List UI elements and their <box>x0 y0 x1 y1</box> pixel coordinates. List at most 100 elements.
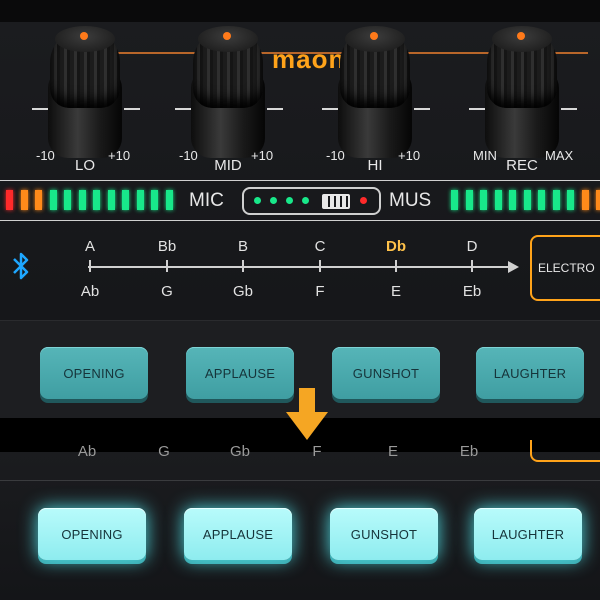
eq-knob[interactable] <box>330 26 420 158</box>
sound-pad-button[interactable]: LAUGHTER <box>476 347 584 399</box>
battery-dot <box>302 197 309 204</box>
lower-divider <box>0 480 600 481</box>
meter-segment-mic <box>122 190 129 210</box>
note-label-top: Db <box>386 238 406 255</box>
meter-segment-mus <box>523 190 531 210</box>
knob-indicator-dot <box>370 32 378 40</box>
sound-pad-button-lit[interactable]: OPENING <box>38 508 146 560</box>
meter-segment-mic <box>93 190 100 210</box>
note-label-top: Bb <box>157 238 177 255</box>
meter-segment-mic <box>64 190 71 210</box>
knob-min-label: -10 <box>36 148 55 163</box>
scale-arrow-icon <box>508 261 519 273</box>
knob-tick-left <box>322 108 338 110</box>
eq-knob[interactable] <box>183 26 273 158</box>
battery-icon <box>322 194 350 209</box>
battery-red-dot <box>360 197 367 204</box>
knob-label: MID <box>214 157 242 174</box>
meter-segment-mic <box>165 190 173 210</box>
knob-tick-right <box>561 108 577 110</box>
product-photo: maon -10 +10 LO -10 +10 MID -10 +10 HI MIN MAX REC … <box>0 0 600 600</box>
scale-tick <box>166 260 168 272</box>
scale-tick <box>319 260 321 272</box>
knob-max-label: +10 <box>108 148 131 163</box>
knob-max-label: +10 <box>251 148 274 163</box>
meter-segment-mus <box>552 190 560 210</box>
sound-pad-button-lit[interactable]: GUNSHOT <box>330 508 438 560</box>
knob-indicator-dot <box>80 32 88 40</box>
lower-note-label: G <box>158 443 170 460</box>
meter-segment-mus <box>567 190 574 210</box>
meter-segment-mic <box>35 190 42 210</box>
scale-tick <box>471 260 473 272</box>
meter-segment-mus <box>596 190 600 210</box>
knob-tick-right <box>267 108 283 110</box>
knob-tick-right <box>124 108 140 110</box>
note-label-bottom: G <box>161 283 173 300</box>
knob-indicator-dot <box>517 32 525 40</box>
meter-segment-mic <box>49 190 57 210</box>
meter-segment-mic <box>136 190 144 210</box>
knob-label: HI <box>367 157 383 174</box>
scale-tick <box>395 260 397 272</box>
lower-electro-edge <box>530 440 600 462</box>
meter-segment-mic <box>20 190 28 210</box>
sound-pad-button-lit[interactable]: LAUGHTER <box>474 508 582 560</box>
meter-segment-mus <box>538 190 545 210</box>
note-label-bottom: Eb <box>462 283 482 300</box>
down-arrow-icon <box>286 388 328 440</box>
meter-bottom-line <box>0 220 600 221</box>
knob-label: REC <box>506 157 538 174</box>
meter-segment-mic <box>6 190 13 210</box>
knob-max-label: MAX <box>545 148 574 163</box>
battery-indicator <box>242 187 381 215</box>
meter-segment-mus <box>451 190 458 210</box>
knob-min-label: -10 <box>179 148 198 163</box>
lower-note-label: E <box>387 443 399 460</box>
battery-dot <box>286 197 293 204</box>
electro-label: ELECTRO <box>538 261 595 275</box>
mus-label: MUS <box>389 190 432 211</box>
battery-dot <box>270 197 277 204</box>
knob-tick-left <box>32 108 48 110</box>
note-label-top: C <box>314 238 326 255</box>
sound-pad-button[interactable]: GUNSHOT <box>332 347 440 399</box>
note-label-bottom: Ab <box>80 283 100 300</box>
meter-segment-mus <box>480 190 487 210</box>
knob-tick-right <box>414 108 430 110</box>
bluetooth-icon <box>13 252 29 280</box>
knob-indicator-dot <box>223 32 231 40</box>
note-label-top: A <box>84 238 96 255</box>
knob-min-label: MIN <box>473 148 497 163</box>
electro-button[interactable]: ELECTRO <box>530 235 600 301</box>
mic-label: MIC <box>189 190 224 211</box>
meter-segment-mus <box>581 190 589 210</box>
meter-segment-mic <box>151 190 158 210</box>
scale-tick <box>242 260 244 272</box>
note-label-bottom: Gb <box>232 283 254 300</box>
eq-knob[interactable] <box>477 26 567 158</box>
scale-line <box>88 266 510 268</box>
knob-tick-left <box>175 108 191 110</box>
knob-min-label: -10 <box>326 148 345 163</box>
sound-pad-button[interactable]: APPLAUSE <box>186 347 294 399</box>
battery-dot <box>254 197 261 204</box>
meter-segment-mus <box>509 190 516 210</box>
meter-segment-mus <box>465 190 473 210</box>
note-label-top: B <box>237 238 249 255</box>
note-label-bottom: F <box>315 283 325 300</box>
meter-segment-mic <box>78 190 86 210</box>
sound-pad-button[interactable]: OPENING <box>40 347 148 399</box>
sound-pad-button-lit[interactable]: APPLAUSE <box>184 508 292 560</box>
scale-tick <box>89 260 91 272</box>
lower-note-label: Gb <box>229 443 251 460</box>
meter-top-line <box>0 180 600 181</box>
lower-note-label: F <box>312 443 322 460</box>
meter-segment-mus <box>494 190 502 210</box>
lower-note-label: Ab <box>77 443 97 460</box>
knob-max-label: +10 <box>398 148 421 163</box>
eq-knob[interactable] <box>40 26 130 158</box>
lower-note-label: Eb <box>459 443 479 460</box>
note-label-bottom: E <box>390 283 402 300</box>
note-label-top: D <box>466 238 478 255</box>
